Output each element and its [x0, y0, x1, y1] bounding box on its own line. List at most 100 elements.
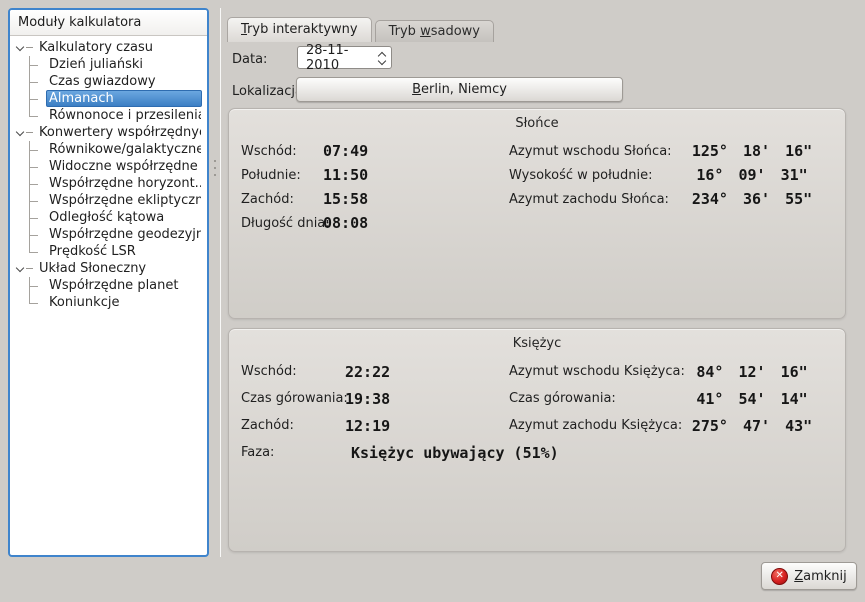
- moon-time-label: Zachód:: [241, 418, 345, 433]
- panel-splitter[interactable]: [211, 8, 221, 557]
- tree-item-label: Czas gwiazdowy: [46, 73, 202, 90]
- sun-azimuth-row: Azymut wschodu Słońca: 125° 18' 16": [509, 139, 823, 163]
- tree-connector-line: [24, 107, 46, 124]
- sun-time-row: Wschód: 07:49: [241, 139, 368, 163]
- sun-time-row: Południe: 11:50: [241, 163, 368, 187]
- tab-interactive-mode[interactable]: Tryb interaktywny: [227, 17, 372, 42]
- tree-branch-dash: [26, 132, 33, 133]
- tree-item-label: Dzień juliański: [46, 56, 202, 73]
- tree-item[interactable]: Konwertery współrzędnych: [10, 124, 207, 141]
- tree-item[interactable]: Współrzędne horyzont...: [10, 175, 207, 192]
- sun-time-label: Wschód:: [241, 144, 323, 159]
- moon-azimuth-label: Czas górowania:: [509, 391, 681, 406]
- chevron-down-icon[interactable]: [15, 128, 25, 138]
- tree-item-label: Współrzędne horyzont...: [46, 175, 202, 192]
- sun-azimuth-value: 234° 36' 55": [681, 190, 823, 208]
- button-label-accesskey: B: [412, 82, 421, 97]
- moon-azimuth-column: Azymut wschodu Księżyca: 84° 12' 16" Cza…: [509, 358, 823, 439]
- tree-connector-line: [24, 158, 46, 175]
- moon-time-label: Czas górowania:: [241, 391, 345, 406]
- tree-item[interactable]: Współrzędne geodezyjne: [10, 226, 207, 243]
- moon-azimuth-value: 275° 47' 43": [681, 417, 823, 435]
- tree-item-label: Almanach: [46, 90, 202, 107]
- tab-label-part: Tryb: [389, 24, 420, 39]
- spin-down-icon[interactable]: [379, 59, 385, 65]
- tree-item-label: Równikowe/galaktyczne: [46, 141, 202, 158]
- sun-time-value: 07:49: [323, 142, 368, 160]
- date-spinbox[interactable]: 28-11-2010: [297, 46, 392, 69]
- moon-azimuth-value: 41° 54' 14": [681, 390, 823, 408]
- tab-label-accesskey: w: [420, 24, 431, 39]
- tree-item-label: Kalkulatory czasu: [36, 39, 202, 56]
- button-label-part: amknij: [803, 569, 847, 584]
- sun-azimuth-column: Azymut wschodu Słońca: 125° 18' 16" Wyso…: [509, 139, 823, 211]
- date-spin-buttons[interactable]: [373, 47, 391, 68]
- tree-connector-line: [24, 141, 46, 158]
- location-button[interactable]: Berlin, Niemcy: [296, 77, 623, 102]
- tree-item-label: Koniunkcje: [46, 294, 202, 311]
- almanac-calculator-window: { "sidebar": { "header": "Moduły kalkula…: [0, 0, 865, 602]
- tree-connector-line: [24, 243, 46, 260]
- tree-item[interactable]: Kalkulatory czasu: [10, 39, 207, 56]
- sun-times-column: Wschód: 07:49 Południe: 11:50 Zachód: 15…: [241, 139, 368, 235]
- sun-azimuth-label: Azymut wschodu Słońca:: [509, 144, 681, 159]
- tree-item-label: Równonoce i przesilenia: [46, 107, 202, 124]
- sun-time-row: Zachód: 15:58: [241, 187, 368, 211]
- tree-item-label: Współrzędne geodezyjne: [46, 226, 202, 243]
- tree-branch-dash: [26, 47, 33, 48]
- tree-item[interactable]: Współrzędne ekliptyczne: [10, 192, 207, 209]
- moon-time-value: 12:19: [345, 417, 390, 435]
- tree-connector-line: [24, 73, 46, 90]
- splitter-grip-dot: [214, 174, 216, 176]
- tree-item[interactable]: Prędkość LSR: [10, 243, 207, 260]
- moon-phase-label: Faza:: [241, 445, 345, 460]
- sun-time-row: Długość dnia: 08:08: [241, 211, 368, 235]
- tree-connector-line: [24, 192, 46, 209]
- close-button[interactable]: ✕ Zamknij: [761, 562, 857, 590]
- tree-item[interactable]: Koniunkcje: [10, 294, 207, 311]
- tree-item[interactable]: Widoczne współrzędne: [10, 158, 207, 175]
- tree-item[interactable]: Układ Słoneczny: [10, 260, 207, 277]
- tree-item[interactable]: Równonoce i przesilenia: [10, 107, 207, 124]
- sun-time-value: 08:08: [323, 214, 368, 232]
- tab-label-part: sadowy: [431, 24, 480, 39]
- tree-item-label: Prędkość LSR: [46, 243, 202, 260]
- tab-label-part: ryb interaktywny: [247, 22, 358, 37]
- tab-batch-mode[interactable]: Tryb wsadowy: [375, 20, 494, 42]
- moon-groupbox-title: Księżyc: [229, 336, 845, 351]
- calculator-modules-panel: Moduły kalkulatora Kalkulatory czasu Dzi…: [8, 8, 209, 557]
- tree-item[interactable]: Odległość kątowa: [10, 209, 207, 226]
- moon-groupbox: Księżyc Wschód: 22:22 Czas górowania: 19…: [228, 328, 846, 552]
- moon-azimuth-label: Azymut zachodu Księżyca:: [509, 418, 681, 433]
- button-label-part: erlin, Niemcy: [421, 82, 507, 97]
- tree-item[interactable]: Równikowe/galaktyczne: [10, 141, 207, 158]
- tree-connector-line: [24, 209, 46, 226]
- tree-connector-line: [24, 90, 46, 107]
- calculator-modules-tree: Kalkulatory czasu Dzień juliański Czas g…: [10, 36, 207, 311]
- tree-item[interactable]: Czas gwiazdowy: [10, 73, 207, 90]
- tree-connector-line: [24, 226, 46, 243]
- tree-item-label: Konwertery współrzędnych: [36, 124, 202, 141]
- moon-azimuth-value: 84° 12' 16": [681, 363, 823, 381]
- sun-azimuth-label: Azymut zachodu Słońca:: [509, 192, 681, 207]
- moon-azimuth-label: Azymut wschodu Księżyca:: [509, 364, 681, 379]
- tree-item[interactable]: Współrzędne planet: [10, 277, 207, 294]
- chevron-down-icon[interactable]: [15, 264, 25, 274]
- tree-item[interactable]: Dzień juliański: [10, 56, 207, 73]
- tree-item[interactable]: Almanach: [10, 90, 207, 107]
- close-icon: ✕: [771, 568, 788, 585]
- sun-azimuth-row: Azymut zachodu Słońca: 234° 36' 55": [509, 187, 823, 211]
- spin-up-icon[interactable]: [379, 51, 385, 57]
- chevron-down-icon[interactable]: [15, 43, 25, 53]
- sun-time-label: Zachód:: [241, 192, 323, 207]
- date-value[interactable]: 28-11-2010: [298, 43, 373, 73]
- moon-azimuth-row: Czas górowania: 41° 54' 14": [509, 385, 823, 412]
- sun-time-value: 15:58: [323, 190, 368, 208]
- moon-phase-value: Księżyc ubywający (51%): [351, 444, 559, 462]
- moon-azimuth-row: Azymut zachodu Księżyca: 275° 47' 43": [509, 412, 823, 439]
- tree-header: Moduły kalkulatora: [10, 10, 207, 36]
- moon-time-value: 19:38: [345, 390, 390, 408]
- tree-connector-line: [24, 56, 46, 73]
- moon-time-value: 22:22: [345, 363, 390, 381]
- mode-tab-bar: Tryb interaktywny Tryb wsadowy: [227, 17, 494, 42]
